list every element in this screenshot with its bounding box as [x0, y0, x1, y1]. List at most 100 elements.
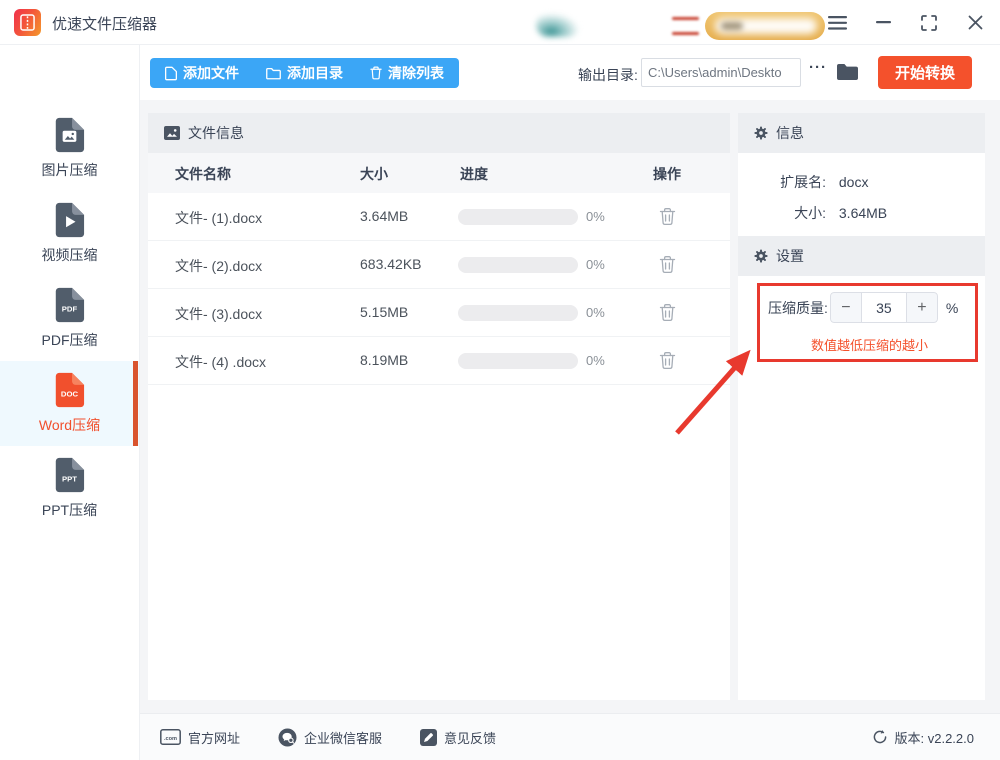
delete-file-button[interactable]: [659, 351, 676, 375]
file-name: 文件- (1).docx: [175, 208, 262, 228]
add-file-button[interactable]: 添加文件: [165, 63, 239, 83]
main-area: 文件信息 文件名称 大小 进度 操作 文件- (1).docx 3.64MB 0…: [140, 100, 1000, 713]
minimize-icon[interactable]: [872, 12, 894, 34]
redacted-text-blur: [672, 17, 699, 35]
website-icon: .com: [160, 729, 181, 745]
gear-icon: [754, 126, 768, 140]
delete-file-button[interactable]: [659, 207, 676, 231]
version-text: 版本: v2.2.2.0: [895, 728, 974, 747]
svg-text:.com: .com: [164, 736, 177, 742]
quality-increase-button[interactable]: +: [906, 292, 938, 323]
trash-icon: [659, 207, 676, 226]
wechat-service-icon: [278, 728, 297, 747]
file-panel-title: 文件信息: [188, 123, 244, 143]
close-icon[interactable]: [964, 12, 986, 34]
sidebar-item-word-compress[interactable]: DOC Word压缩: [0, 361, 139, 446]
progress-label: 0%: [586, 209, 605, 224]
menu-icon[interactable]: [826, 12, 848, 34]
progress-label: 0%: [586, 257, 605, 272]
output-dir-input[interactable]: C:\Users\admin\Deskto: [641, 58, 801, 87]
redacted-vip-button-blur[interactable]: [705, 12, 825, 40]
app-title: 优速文件压缩器: [52, 13, 157, 34]
progress-bar: [458, 353, 578, 369]
size-value: 3.64MB: [839, 205, 887, 221]
quality-note: 数值越低压缩的越小: [738, 335, 985, 354]
gear-icon: [754, 249, 768, 263]
column-progress: 进度: [460, 164, 488, 184]
table-row[interactable]: 文件- (1).docx 3.64MB 0%: [148, 193, 730, 241]
clear-list-button[interactable]: 清除列表: [370, 63, 444, 83]
file-size: 8.19MB: [360, 352, 408, 368]
trash-icon: [659, 255, 676, 274]
more-options-button[interactable]: ···: [809, 59, 827, 76]
quality-decrease-button[interactable]: −: [830, 292, 862, 323]
trash-icon: [659, 351, 676, 370]
extension-value: docx: [839, 174, 869, 190]
file-list-panel: 文件信息 文件名称 大小 进度 操作 文件- (1).docx 3.64MB 0…: [148, 113, 730, 700]
file-size: 5.15MB: [360, 304, 408, 320]
detail-panel: 信息 扩展名: docx 大小: 3.64MB: [738, 113, 985, 700]
delete-file-button[interactable]: [659, 303, 676, 327]
sidebar-item-video-compress[interactable]: 视频压缩: [0, 191, 139, 276]
video-file-icon: [54, 202, 85, 238]
info-panel-header: 信息: [738, 113, 985, 153]
column-filename: 文件名称: [175, 164, 231, 184]
sidebar-item-ppt-compress[interactable]: PPT PPT压缩: [0, 446, 139, 531]
info-body: 扩展名: docx 大小: 3.64MB: [738, 153, 985, 236]
sidebar-item-label: 图片压缩: [42, 160, 98, 180]
sidebar-item-image-compress[interactable]: 图片压缩: [0, 106, 139, 191]
file-panel-header: 文件信息: [148, 113, 730, 153]
doc-file-icon: DOC: [54, 372, 85, 408]
browse-folder-icon[interactable]: [836, 63, 859, 86]
feedback-icon: [420, 729, 437, 746]
file-size: 683.42KB: [360, 256, 422, 272]
titlebar: 优速文件压缩器: [0, 0, 1000, 45]
progress-label: 0%: [586, 353, 605, 368]
column-size: 大小: [360, 164, 388, 184]
table-row[interactable]: 文件- (2).docx 683.42KB 0%: [148, 241, 730, 289]
toolbar: 添加文件 添加目录 清除列表 输出目录: C:\Users\ad: [140, 45, 1000, 100]
file-name: 文件- (4) .docx: [175, 352, 266, 372]
info-panel-title: 信息: [776, 123, 804, 143]
file-name: 文件- (3).docx: [175, 304, 262, 324]
app-window: 优速文件压缩器: [0, 0, 1000, 760]
trash-icon: [659, 303, 676, 322]
progress-bar: [458, 209, 578, 225]
wechat-support-link[interactable]: 企业微信客服: [278, 728, 382, 747]
maximize-icon[interactable]: [918, 12, 940, 34]
settings-panel-header: 设置: [738, 236, 985, 276]
progress-bar: [458, 305, 578, 321]
feedback-link[interactable]: 意见反馈: [420, 728, 496, 747]
progress-bar: [458, 257, 578, 273]
content-area: 添加文件 添加目录 清除列表 输出目录: C:\Users\ad: [140, 45, 1000, 760]
sidebar: 图片压缩 视频压缩 PDF PDF压缩 DOC Word: [0, 45, 140, 760]
redacted-logo-blur: [536, 13, 580, 37]
percent-sign: %: [946, 300, 958, 316]
sidebar-item-pdf-compress[interactable]: PDF PDF压缩: [0, 276, 139, 361]
add-directory-button[interactable]: 添加目录: [266, 63, 343, 83]
official-website-link[interactable]: .com 官方网址: [160, 728, 240, 747]
version-info: 版本: v2.2.2.0: [872, 728, 980, 747]
svg-text:PPT: PPT: [62, 474, 77, 483]
quality-label: 压缩质量:: [768, 298, 828, 318]
svg-text:DOC: DOC: [61, 389, 79, 398]
extension-label: 扩展名:: [738, 167, 826, 198]
trash-icon: [370, 66, 382, 80]
delete-file-button[interactable]: [659, 255, 676, 279]
progress-label: 0%: [586, 305, 605, 320]
window-controls: [826, 0, 986, 45]
update-icon: [872, 729, 888, 745]
table-row[interactable]: 文件- (3).docx 5.15MB 0%: [148, 289, 730, 337]
column-action: 操作: [653, 164, 681, 184]
sidebar-item-label: PPT压缩: [42, 500, 97, 520]
svg-text:PDF: PDF: [62, 304, 78, 313]
settings-panel-title: 设置: [776, 246, 804, 266]
ppt-file-icon: PPT: [54, 457, 85, 493]
file-icon: [165, 66, 177, 81]
quality-input[interactable]: [862, 292, 906, 323]
table-row[interactable]: 文件- (4) .docx 8.19MB 0%: [148, 337, 730, 385]
file-name: 文件- (2).docx: [175, 256, 262, 276]
sidebar-item-label: 视频压缩: [42, 245, 98, 265]
toolbar-button-group: 添加文件 添加目录 清除列表: [150, 58, 459, 88]
start-convert-button[interactable]: 开始转换: [878, 56, 972, 89]
